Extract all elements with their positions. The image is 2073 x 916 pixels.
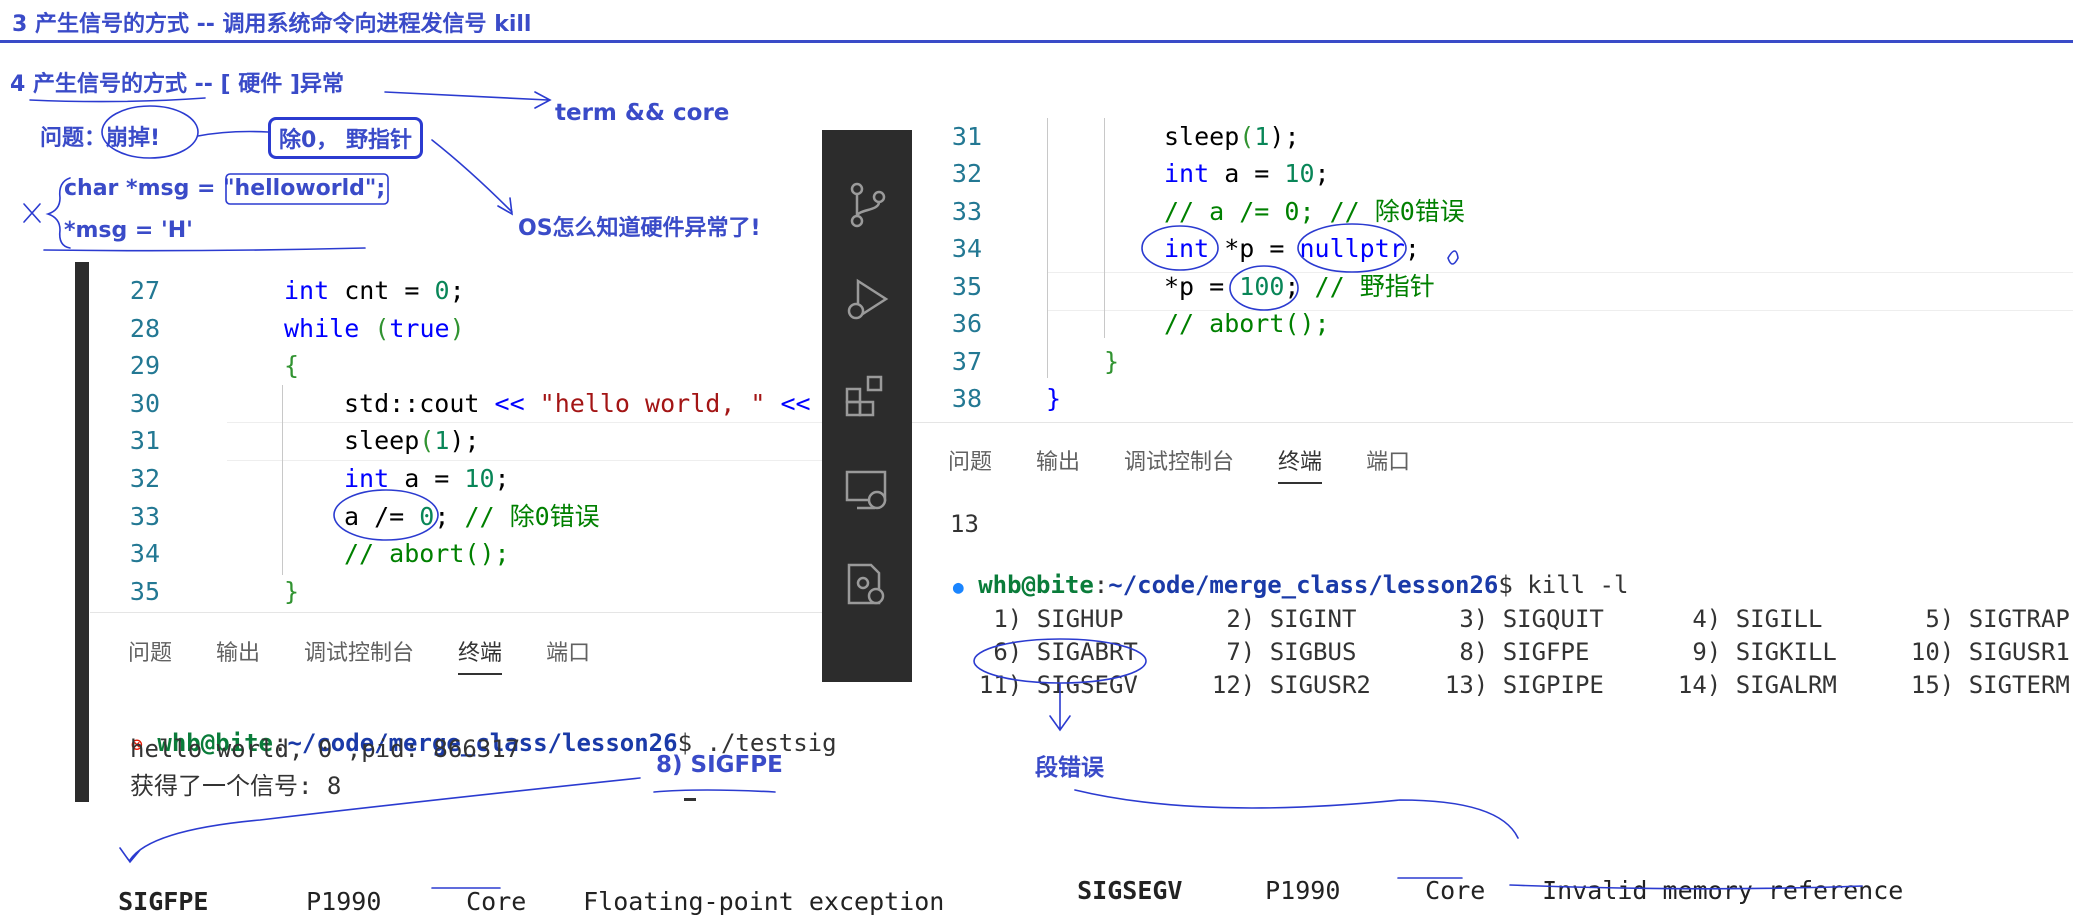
pen-arrow-sigfpe-to-man — [119, 777, 641, 864]
pen-circle-crash — [101, 105, 199, 159]
pen-brace-left — [45, 177, 71, 249]
pen-circle-sigsegv — [973, 638, 1147, 684]
pen-circle-nullptr — [1297, 223, 1407, 273]
pen-circle-int-p — [1141, 225, 1219, 271]
pen-box-helloworld — [225, 173, 389, 205]
pen-curve-segfault-to-man — [1074, 789, 1519, 839]
pen-circle-a-div0 — [333, 489, 439, 541]
pen-arrow-to-term-core — [384, 91, 552, 109]
pen-underline-header — [29, 97, 206, 103]
pen-circle-100 — [1229, 265, 1299, 311]
pen-underline-core — [431, 877, 1463, 889]
pen-cross — [23, 203, 41, 223]
pen-arrow-to-os — [431, 139, 513, 216]
pen-squiggle — [1447, 250, 1459, 265]
pen-circle-sigfpe-underline — [653, 789, 776, 793]
pen-connector-crash-div0 — [197, 130, 269, 137]
pen-underline-invalid — [1509, 884, 1863, 890]
pen-underline-msg — [43, 247, 366, 252]
pen-annotations — [23, 91, 1863, 890]
pen-arrow-sigsegv-down — [1049, 683, 1071, 732]
